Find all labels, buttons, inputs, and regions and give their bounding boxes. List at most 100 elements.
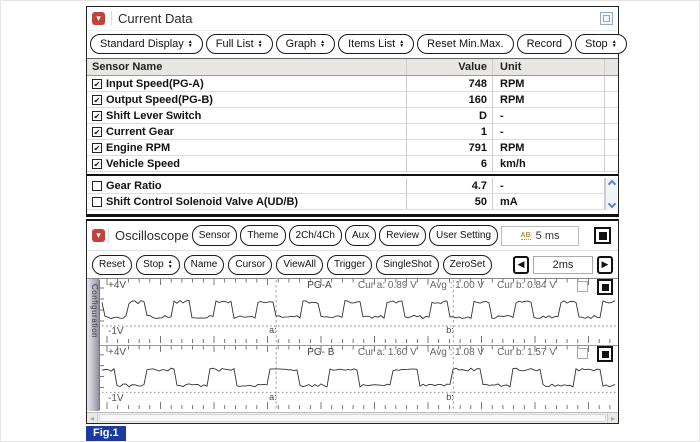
- spinner-icon: ▲ ▼: [167, 259, 173, 270]
- cursor-b-label[interactable]: b:: [446, 325, 454, 335]
- button-label: Review: [386, 230, 420, 241]
- scroll-down-icon[interactable]: [607, 199, 617, 209]
- button-full-list[interactable]: Full List ▲ ▼: [205, 34, 273, 54]
- column-sensor-name: Sensor Name: [92, 61, 163, 73]
- row-gutter: [604, 76, 618, 91]
- button-trigger[interactable]: Trigger: [326, 254, 373, 275]
- sensor-name-label: Shift Lever Switch: [106, 109, 202, 122]
- button-items-list[interactable]: Items List ▲ ▼: [338, 34, 415, 54]
- sensor-table-header: Sensor Name Value Unit: [87, 58, 618, 76]
- panel-menu-icon[interactable]: ▾: [92, 229, 105, 242]
- channel-display-button[interactable]: [597, 279, 613, 295]
- cursor-b-readout: Cur b: 0.84 V: [497, 280, 556, 291]
- column-value: Value: [406, 59, 492, 75]
- configuration-tab[interactable]: Configuration: [87, 279, 100, 411]
- channel-checkbox[interactable]: [577, 348, 588, 359]
- sensor-row-vehicle-speed[interactable]: ✔ Vehicle Speed 6 km/h: [87, 156, 618, 172]
- channel-display-inner-icon: [601, 350, 609, 358]
- channel-list: +4V PG-A Cur a: 0.89 V Avg : 1.00 V Cur b: 0…: [100, 279, 618, 411]
- button-sensor[interactable]: Sensor: [191, 225, 238, 246]
- button-standard-display[interactable]: Standard Display ▲ ▼: [90, 34, 203, 54]
- row-gutter: [604, 92, 618, 107]
- button-aux[interactable]: Aux: [344, 225, 377, 246]
- channel-checkbox[interactable]: [577, 281, 588, 292]
- row-checkbox[interactable]: ✔: [92, 78, 102, 89]
- button-stop[interactable]: Stop ▲ ▼: [136, 254, 180, 275]
- sensor-row-output-speed-pg-b[interactable]: ✔ Output Speed(PG-B) 160 RPM: [87, 92, 618, 108]
- button-cursor[interactable]: Cursor: [228, 254, 273, 275]
- figure-label: Fig.1: [86, 426, 126, 441]
- channel-header: +4V PG-A Cur a: 0.89 V Avg : 1.00 V Cur b: 0…: [100, 279, 618, 295]
- sensor-name-label: Output Speed(PG-B): [106, 93, 213, 106]
- sensor-unit-cell: RPM: [492, 92, 604, 107]
- sensor-unit-cell: mA: [492, 194, 604, 209]
- button-name[interactable]: Name: [183, 254, 225, 275]
- row-checkbox[interactable]: ✔: [92, 110, 102, 121]
- button-theme[interactable]: Theme: [240, 225, 286, 246]
- button-label: ZeroSet: [449, 259, 486, 270]
- row-checkbox[interactable]: [92, 180, 102, 191]
- sensor-name-label: Vehicle Speed: [106, 157, 180, 170]
- mini-scrollbar[interactable]: [605, 178, 618, 210]
- cursor-a-label[interactable]: a:: [269, 325, 277, 335]
- cursor-a-label[interactable]: a:: [269, 392, 277, 402]
- button-stop[interactable]: Stop ▲ ▼: [575, 34, 627, 54]
- button-zeroset[interactable]: ZeroSet: [442, 254, 493, 275]
- sensor-unit-cell: -: [492, 124, 604, 139]
- cursor-a-readout: Cur a: 1.60 V: [357, 347, 417, 358]
- oscilloscope-toolbar-2: Reset Stop ▲ ▼ Name Cursor ViewAll Trigger Singl…: [87, 250, 618, 278]
- button-reset-min-max[interactable]: Reset Min.Max.: [417, 34, 514, 54]
- sensor-value-cell: 6: [406, 156, 492, 171]
- sensor-row-shift-control-solenoid-valve-a-ud-b[interactable]: Shift Control Solenoid Valve A(UD/B) 50 mA: [87, 194, 618, 210]
- spinner-icon: ▲ ▼: [611, 38, 617, 49]
- button-2ch-4ch[interactable]: 2Ch/4Ch: [288, 225, 342, 246]
- sensor-row-current-gear[interactable]: ✔ Current Gear 1-: [87, 124, 618, 140]
- sample-time-display: AB 5 ms: [501, 225, 579, 246]
- spinner-icon: ▲ ▼: [187, 38, 193, 49]
- timebase-left-button[interactable]: ◀: [513, 255, 529, 274]
- row-checkbox[interactable]: [92, 196, 102, 207]
- button-record[interactable]: Record: [516, 34, 573, 54]
- channel-readouts: Cur a: 0.89 V Avg : 1.00 V Cur b: 0.84 V: [358, 280, 556, 291]
- row-checkbox[interactable]: ✔: [92, 94, 102, 105]
- spinner-icon: ▲ ▼: [399, 38, 405, 49]
- extra-sensor-rows: Gear Ratio 4.7- Shift Control Solenoid Val…: [87, 178, 618, 210]
- scroll-up-icon[interactable]: [607, 179, 617, 189]
- scrollbar-thumb[interactable]: [99, 414, 606, 422]
- button-singleshot[interactable]: SingleShot: [376, 254, 439, 275]
- button-reset[interactable]: Reset: [92, 254, 133, 275]
- cursor-b-label[interactable]: b:: [446, 392, 454, 402]
- scroll-left-icon[interactable]: ◂: [87, 413, 98, 423]
- extra-sensor-section: Gear Ratio 4.7- Shift Control Solenoid Val…: [87, 178, 618, 210]
- sensor-row-input-speed-pg-a[interactable]: ✔ Input Speed(PG-A) 748 RPM: [87, 76, 618, 92]
- display-mode-button[interactable]: [594, 227, 611, 244]
- screenshot-page: ▾ Current Data Standard Display ▲ ▼ Full Li…: [0, 0, 700, 442]
- sensor-unit-cell: RPM: [492, 76, 604, 91]
- sensor-row-gear-ratio[interactable]: Gear Ratio 4.7-: [87, 178, 618, 194]
- sensor-row-engine-rpm[interactable]: ✔ Engine RPM 791 RPM: [87, 140, 618, 156]
- scroll-right-icon[interactable]: ▸: [607, 413, 618, 423]
- panel-menu-icon[interactable]: ▾: [92, 12, 105, 25]
- spinner-icon: ▲ ▼: [257, 38, 263, 49]
- button-viewall[interactable]: ViewAll: [276, 254, 323, 275]
- sensor-unit-cell: -: [492, 108, 604, 123]
- channel-min-label: -1V: [108, 393, 124, 404]
- timebase-right-button[interactable]: ▶: [597, 255, 613, 274]
- sensor-row-shift-lever-switch[interactable]: ✔ Shift Lever Switch D -: [87, 108, 618, 124]
- column-unit: Unit: [492, 59, 604, 75]
- channel-display-button[interactable]: [597, 346, 613, 362]
- sensor-unit-cell: -: [492, 178, 604, 193]
- channel-display-inner-icon: [601, 283, 609, 291]
- button-graph[interactable]: Graph ▲ ▼: [275, 34, 336, 54]
- restore-window-icon[interactable]: [600, 12, 613, 25]
- button-user-setting[interactable]: User Setting: [429, 225, 499, 246]
- button-label: Reset: [99, 259, 126, 270]
- row-gutter: [604, 108, 618, 123]
- button-label: Aux: [351, 230, 370, 241]
- button-review[interactable]: Review: [379, 225, 427, 246]
- row-checkbox[interactable]: ✔: [92, 158, 102, 169]
- row-checkbox[interactable]: ✔: [92, 126, 102, 137]
- current-data-panel: ▾ Current Data Standard Display ▲ ▼ Full Li…: [86, 6, 627, 217]
- horizontal-scrollbar[interactable]: ◂ ▸: [87, 412, 618, 423]
- row-checkbox[interactable]: ✔: [92, 142, 102, 153]
